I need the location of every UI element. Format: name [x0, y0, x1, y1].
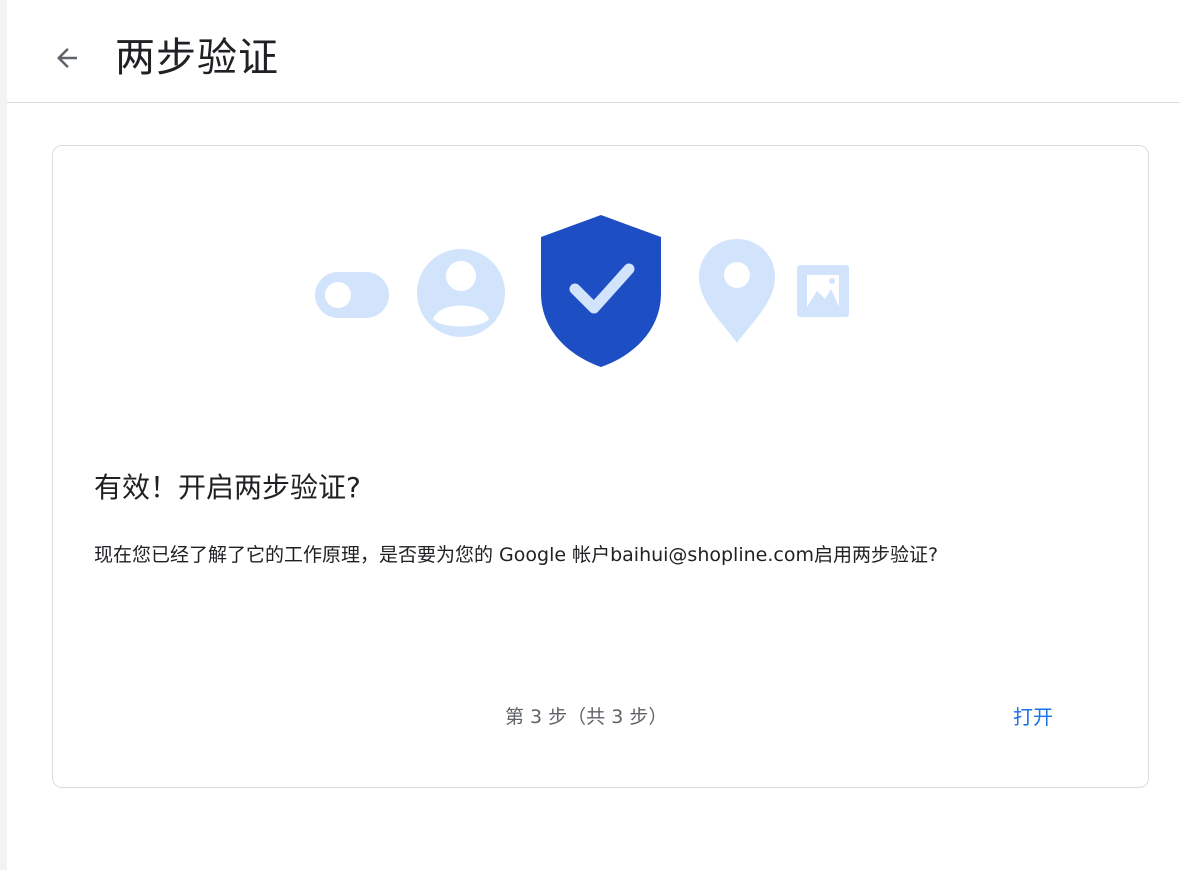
- back-button[interactable]: [47, 36, 87, 80]
- location-pin-icon: [699, 239, 775, 343]
- shield-check-icon: [541, 215, 661, 367]
- image-icon: [797, 265, 849, 317]
- card-title: 有效！开启两步验证?: [94, 471, 361, 504]
- card-description: 现在您已经了解了它的工作原理，是否要为您的 Google 帐户baihui@sh…: [94, 544, 939, 566]
- arrow-back-icon: [57, 48, 77, 68]
- page-title: 两步验证: [115, 35, 279, 81]
- turn-on-button[interactable]: 打开: [997, 694, 1069, 740]
- account-circle-icon: [417, 249, 505, 337]
- step-indicator: 第 3 步（共 3 步）: [505, 706, 668, 728]
- two-step-card: 有效！开启两步验证? 现在您已经了解了它的工作原理，是否要为您的 Google …: [52, 145, 1149, 788]
- toggle-icon: [315, 272, 389, 318]
- page-header: 两步验证: [7, 0, 1180, 103]
- security-illustration: [315, 215, 849, 367]
- left-edge-strip: [0, 0, 7, 870]
